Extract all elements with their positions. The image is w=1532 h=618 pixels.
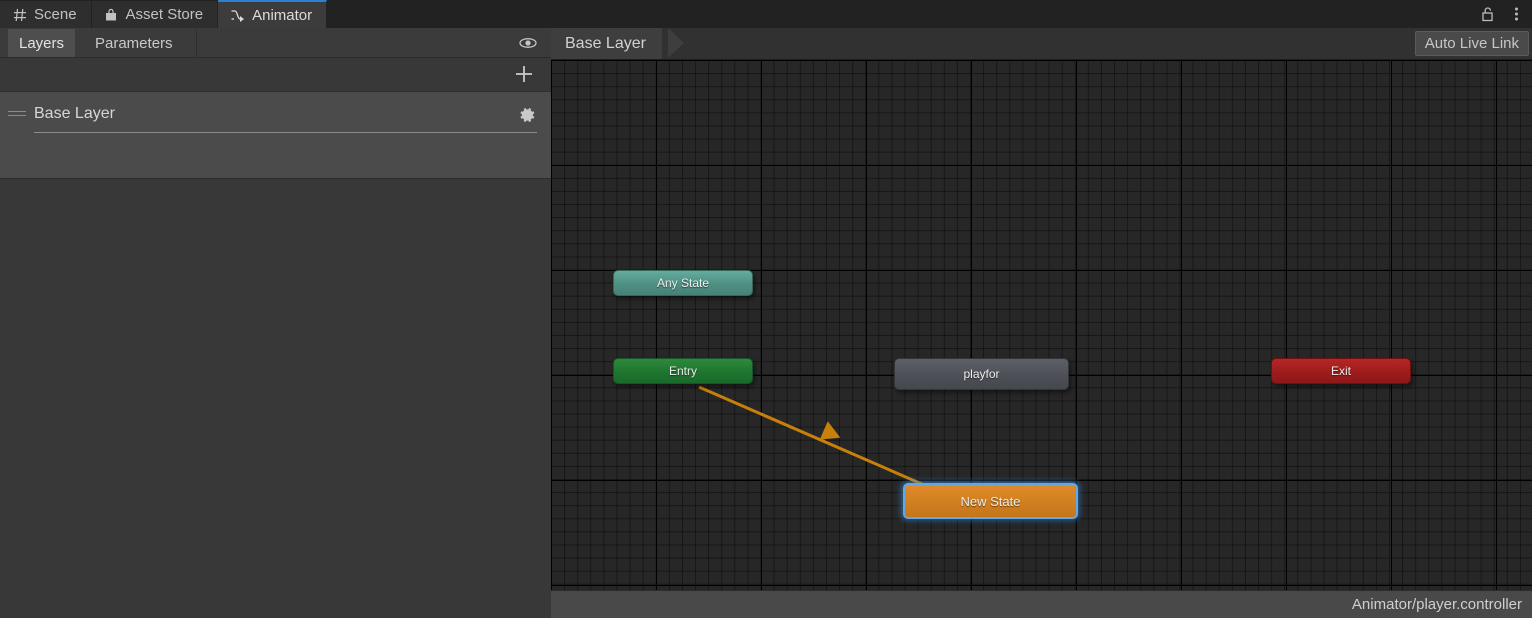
lock-open-icon[interactable]	[1480, 5, 1496, 23]
grid-icon	[12, 7, 27, 22]
layers-panel: Layers Parameters Base Layer	[0, 28, 551, 618]
eye-icon[interactable]	[517, 34, 539, 52]
controller-path-label: Animator/player.controller	[1351, 596, 1522, 613]
animator-window: Scene Asset Store Animator Layers Parame…	[0, 0, 1532, 618]
graph-area: Base Layer Auto Live Link Any State Entr…	[551, 28, 1532, 618]
breadcrumb-bar: Base Layer Auto Live Link	[551, 28, 1532, 60]
drag-handle-icon[interactable]	[8, 111, 26, 119]
transition-entry-to-new-state[interactable]	[698, 385, 932, 490]
state-node-playfor[interactable]: playfor	[894, 358, 1069, 390]
state-node-label: Exit	[1330, 364, 1351, 378]
tab-animator[interactable]: Animator	[218, 0, 328, 28]
tab-asset-store[interactable]: Asset Store	[91, 1, 219, 28]
store-icon	[104, 7, 119, 22]
layers-list: Base Layer	[0, 91, 551, 179]
gear-icon[interactable]	[517, 105, 537, 125]
tab-parameters-label: Parameters	[95, 34, 173, 52]
tab-animator-label: Animator	[252, 6, 313, 24]
kebab-menu-icon[interactable]	[1508, 5, 1524, 23]
window-tab-bar-actions	[1480, 0, 1524, 28]
tab-parameters[interactable]: Parameters	[84, 29, 184, 57]
state-node-label: playfor	[963, 367, 1000, 381]
tab-layers-label: Layers	[19, 34, 65, 52]
tabs-divider	[196, 29, 197, 57]
layers-panel-empty-area	[0, 179, 551, 618]
layers-panel-toolbar	[0, 58, 551, 91]
tab-scene-label: Scene	[34, 6, 77, 23]
layer-name-label: Base Layer	[34, 105, 115, 122]
status-bar: Animator/player.controller	[551, 590, 1532, 618]
layer-weight-slider[interactable]	[34, 132, 537, 133]
tab-asset-store-label: Asset Store	[125, 6, 204, 23]
breadcrumb-label: Base Layer	[565, 34, 646, 52]
state-node-any-state[interactable]: Any State	[613, 270, 753, 296]
state-node-exit[interactable]: Exit	[1271, 358, 1411, 384]
state-machine-canvas[interactable]: Any State Entry playfor Exit New State	[551, 60, 1532, 590]
state-node-label: Any State	[656, 276, 710, 290]
window-tab-bar: Scene Asset Store Animator	[0, 0, 1532, 28]
state-node-label: New State	[960, 493, 1021, 509]
tab-layers[interactable]: Layers	[8, 29, 76, 57]
state-node-entry[interactable]: Entry	[613, 358, 753, 384]
list-item[interactable]: Base Layer	[0, 92, 551, 144]
transition-arrowhead-icon	[819, 421, 841, 440]
state-node-new-state[interactable]: New State	[903, 483, 1078, 519]
plus-icon[interactable]	[513, 63, 535, 85]
animator-icon	[230, 8, 245, 23]
state-node-label: Entry	[668, 364, 697, 378]
auto-live-link-button[interactable]: Auto Live Link	[1414, 31, 1529, 56]
auto-live-link-label: Auto Live Link	[1424, 35, 1519, 52]
layers-panel-tabs: Layers Parameters	[0, 28, 551, 58]
tab-scene[interactable]: Scene	[0, 1, 92, 28]
breadcrumb[interactable]: Base Layer	[551, 28, 662, 59]
breadcrumb-chevron-icon	[668, 28, 684, 58]
